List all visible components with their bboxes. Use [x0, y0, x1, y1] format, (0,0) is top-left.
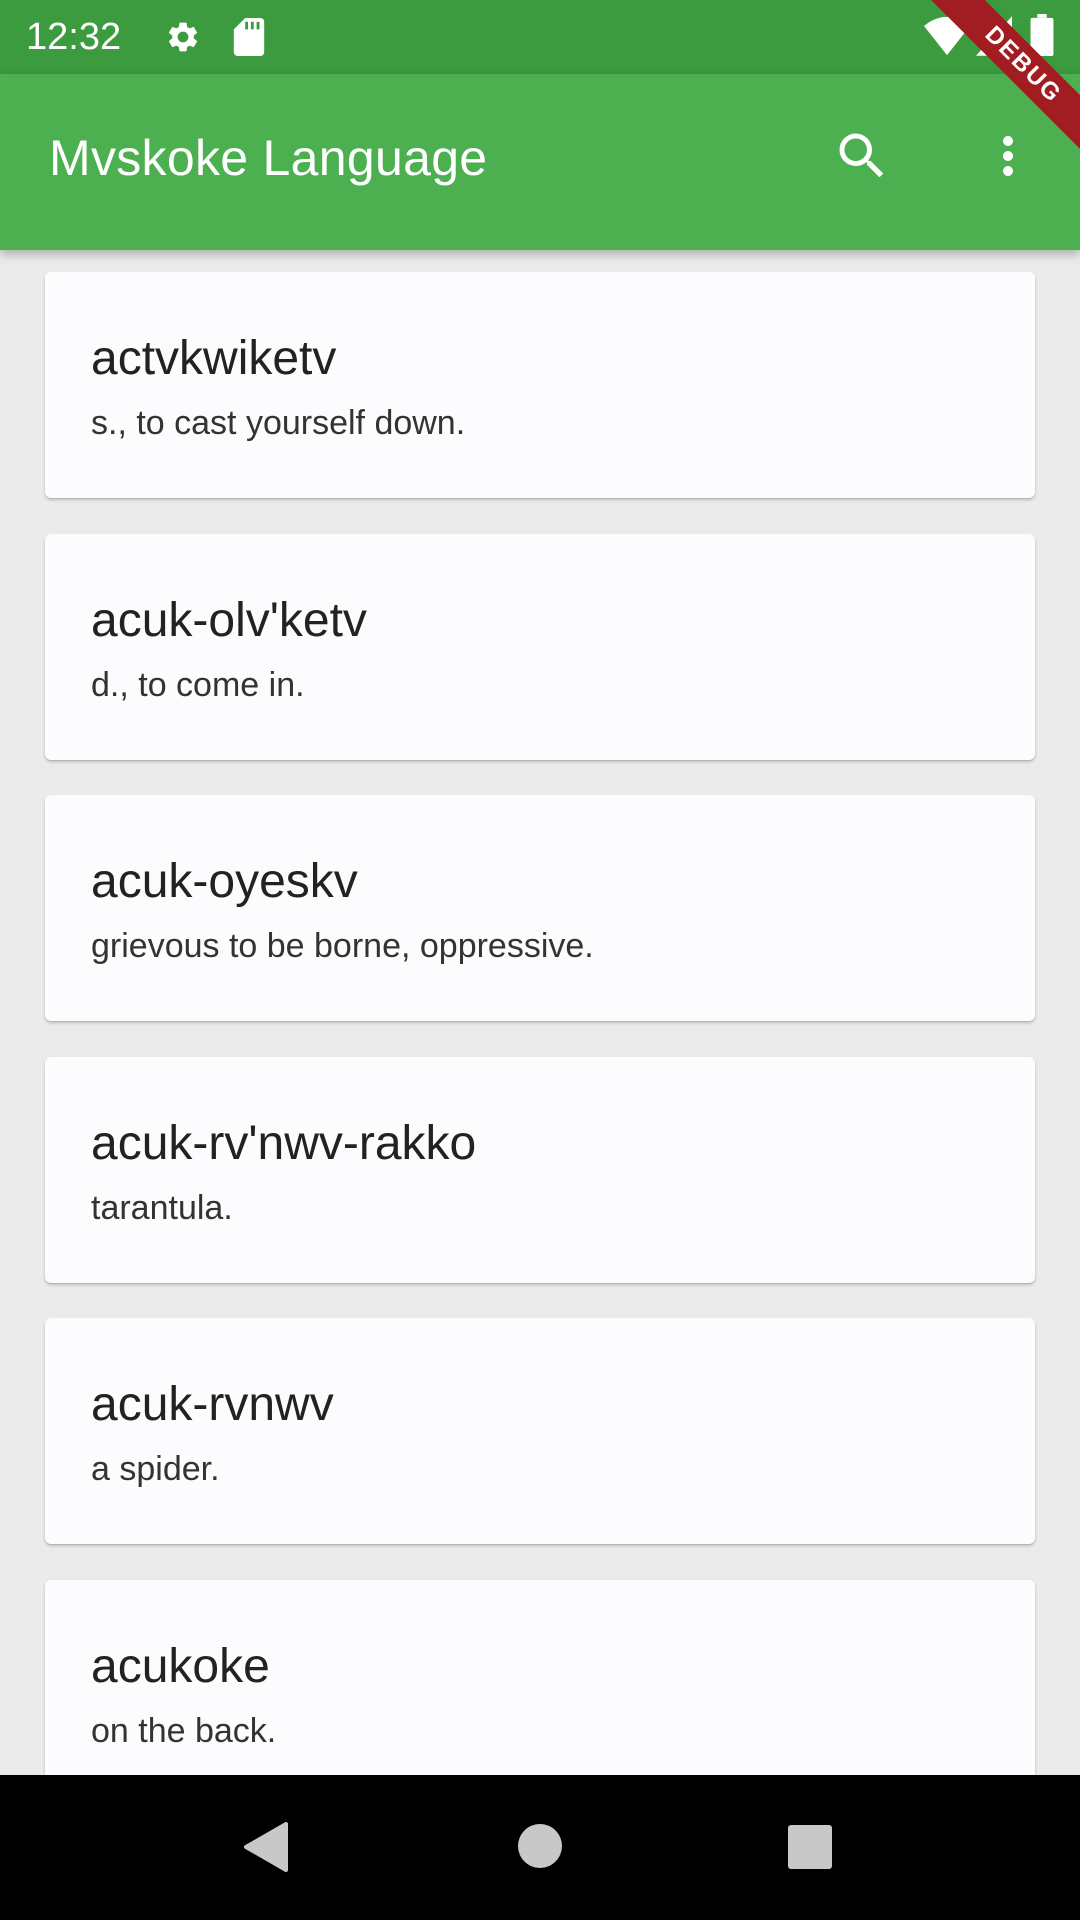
list-item[interactable]: actvkwiketv s., to cast yourself down.	[45, 272, 1035, 498]
entry-word: acuk-olv'ketv	[91, 594, 367, 647]
app-title: Mvskoke Language	[49, 130, 488, 186]
list-item[interactable]: acuk-rvnwv a spider.	[45, 1318, 1035, 1544]
home-icon[interactable]	[517, 1823, 563, 1869]
more-vert-icon[interactable]	[978, 126, 1038, 186]
app-bar: Mvskoke Language	[0, 74, 1080, 250]
status-bar: 12:32	[0, 0, 1080, 74]
entry-word: acuk-oyeskv	[91, 855, 358, 908]
word-list[interactable]: actvkwiketv s., to cast yourself down. a…	[0, 250, 1080, 1775]
nav-bar	[0, 1775, 1080, 1920]
list-item[interactable]: acuk-rv'nwv-rakko tarantula.	[45, 1057, 1035, 1283]
sd-card-icon	[233, 18, 265, 56]
battery-icon	[1030, 14, 1054, 56]
list-item[interactable]: acukoke on the back.	[45, 1580, 1035, 1775]
entry-definition: on the back.	[91, 1712, 277, 1750]
search-icon[interactable]	[832, 126, 892, 186]
entry-definition: a spider.	[91, 1450, 220, 1488]
recents-icon[interactable]	[788, 1825, 832, 1869]
list-item[interactable]: acuk-olv'ketv d., to come in.	[45, 534, 1035, 760]
entry-word: acuk-rvnwv	[91, 1378, 334, 1431]
entry-definition: tarantula.	[91, 1189, 233, 1227]
entry-word: acuk-rv'nwv-rakko	[91, 1117, 477, 1170]
entry-definition: d., to come in.	[91, 666, 305, 704]
wifi-icon	[924, 16, 970, 56]
entry-word: acukoke	[91, 1640, 270, 1693]
entry-definition: grievous to be borne, oppressive.	[91, 927, 594, 965]
list-item[interactable]: acuk-oyeskv grievous to be borne, oppres…	[45, 795, 1035, 1021]
signal-icon	[976, 16, 1012, 56]
entry-definition: s., to cast yourself down.	[91, 404, 466, 442]
back-icon[interactable]	[240, 1820, 290, 1874]
entry-word: actvkwiketv	[91, 332, 337, 385]
status-time: 12:32	[26, 16, 122, 58]
gear-icon	[168, 22, 198, 52]
